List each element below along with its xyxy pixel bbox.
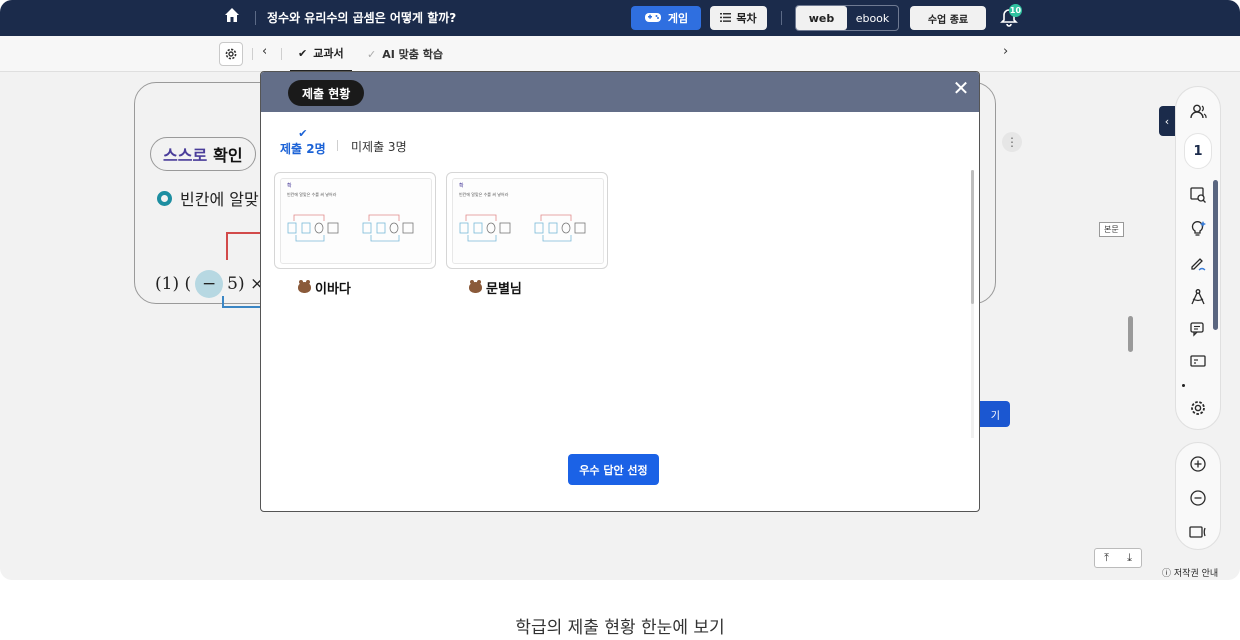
thumb-line: 빈칸에 알맞은 수를 써 넣어라 [459,192,509,197]
self-check-label: 스스로 확인 [150,137,256,171]
tab-submitted[interactable]: ✔ 제출 2명 [280,128,326,157]
board-icon[interactable] [1185,350,1211,374]
submission-thumbnail[interactable]: 확 빈칸에 알맞은 수를 써 넣어라 [274,172,436,269]
tab-textbook-label: 교과서 [313,47,344,60]
thumb-tag: 확 [459,183,464,189]
math-blank-text: − [202,274,217,294]
bullet-ring-icon [157,190,172,206]
math-blank[interactable]: − [195,270,224,298]
bear-avatar-icon [469,280,482,293]
thumb-diagram [362,214,414,242]
blue-connector [222,296,260,308]
prompt-text: 빈칸에 알맞 [180,190,259,209]
thumbnail-image: 확 빈칸에 알맞은 수를 써 넣어라 [452,178,604,264]
help-icon: ⓘ [1162,569,1172,579]
lightbulb-icon[interactable] [1185,216,1211,240]
gear-icon[interactable] [219,42,243,66]
compass-icon[interactable] [1185,285,1211,309]
more-options-icon[interactable]: ⋮ [1002,132,1022,152]
student-name-text: 이바다 [315,282,351,297]
tab-ai-learning[interactable]: ✓ AI 맞춤 학습 [367,36,443,72]
gamepad-icon [644,11,662,26]
rail-dot [1182,384,1185,387]
copyright-link[interactable]: ⓘ 저작권 안내 [1162,566,1218,579]
view-toggle: web ebook [795,5,899,31]
modal-title: 제출 현황 [288,80,365,106]
divider [255,11,256,25]
tab-ai-label: AI 맞춤 학습 [382,48,443,61]
zoom-out-icon[interactable] [1185,486,1211,510]
rail-scrollbar[interactable] [1213,180,1218,330]
rail-collapse-icon[interactable]: ‹ [1159,106,1175,136]
check-icon: ✔ [298,127,308,140]
comment-icon[interactable] [1185,317,1211,341]
submission-thumbnail[interactable]: 확 빈칸에 알맞은 수를 써 넣어라 [446,172,608,269]
scroll-buttons: ⤒ ⤓ [1094,548,1142,568]
home-icon[interactable] [220,6,244,30]
thumb-diagram [459,214,511,242]
scroll-top-icon[interactable]: ⤒ [1104,551,1109,565]
chevron-left-icon[interactable]: ‹ [262,44,267,59]
modal-scrollbar[interactable] [971,170,974,304]
student-name-text: 문별님 [486,282,522,297]
modal-header: 제출 현황 ✕ [261,72,979,112]
end-class-button[interactable]: 수업 종료 [910,6,986,30]
math-suffix: 5) × [227,274,265,294]
math-prefix: (1) ( [155,274,192,294]
divider [337,140,338,151]
tab-unsubmitted[interactable]: 미제출 3명 [351,138,407,155]
caption: 학급의 제출 현황 한눈에 보기 [515,618,725,638]
close-icon[interactable]: ✕ [951,78,971,98]
lesson-title: 정수와 유리수의 곱셈은 어떻게 할까? [267,11,457,25]
view-ebook-option[interactable]: ebook [847,6,898,30]
exercise-prompt: 빈칸에 알맞 [157,186,259,210]
app-frame: 정수와 유리수의 곱셈은 어떻게 할까? 게임 목차 web ebook 수업 … [0,0,1240,580]
page-scrollbar[interactable] [1128,316,1133,352]
body-tag[interactable]: 본문 [1099,222,1124,237]
thumb-tag: 확 [287,183,292,189]
select-best-answer-button[interactable]: 우수 답안 선정 [568,454,659,485]
student-count[interactable]: 1 [1184,133,1212,169]
student-name: 문별님 [469,278,522,297]
scroll-bottom-icon[interactable]: ⤓ [1127,551,1132,565]
search-screen-icon[interactable] [1185,183,1211,207]
toc-button[interactable]: 목차 [710,6,767,30]
list-icon [720,12,732,25]
self-check-title-b: 확인 [213,146,243,165]
copyright-text: 저작권 안내 [1173,569,1219,579]
view-web-option[interactable]: web [796,6,847,30]
red-connector [226,232,264,260]
chevron-right-icon[interactable]: › [1003,44,1008,59]
divider [281,48,282,60]
submission-status-modal: 제출 현황 ✕ ✔ 제출 2명 미제출 3명 확 빈칸에 알맞은 수를 써 넣어… [260,71,980,512]
screen-mode-icon[interactable] [1185,520,1211,544]
thumb-diagram [534,214,586,242]
tab-submitted-label: 제출 2명 [280,142,326,156]
math-expression: (1) ( − 5) × [155,270,264,298]
check-icon: ✔ [298,46,308,60]
notification-badge: 10 [1009,4,1022,17]
pen-icon[interactable] [1185,251,1211,275]
toc-label: 목차 [736,12,757,25]
thumbnail-image: 확 빈칸에 알맞은 수를 써 넣어라 [280,178,432,264]
bear-avatar-icon [298,280,311,293]
top-bar: 정수와 유리수의 곱셈은 어떻게 할까? 게임 목차 web ebook 수업 … [0,0,1240,36]
self-check-title-a: 스스로 [163,146,208,165]
thumb-line: 빈칸에 알맞은 수를 써 넣어라 [287,192,337,197]
students-icon[interactable] [1185,100,1211,124]
student-name: 이바다 [298,278,351,297]
sub-bar: ‹ ✔ 교과서 ✓ AI 맞춤 학습 › [0,36,1240,72]
tab-textbook[interactable]: ✔ 교과서 [290,36,352,72]
game-label: 게임 [667,12,689,25]
divider [781,11,782,25]
divider [252,48,253,60]
gear-icon[interactable] [1185,396,1211,420]
check-icon: ✓ [367,47,377,61]
zoom-in-icon[interactable] [1185,452,1211,476]
thumb-diagram [287,214,339,242]
game-button[interactable]: 게임 [631,6,701,30]
